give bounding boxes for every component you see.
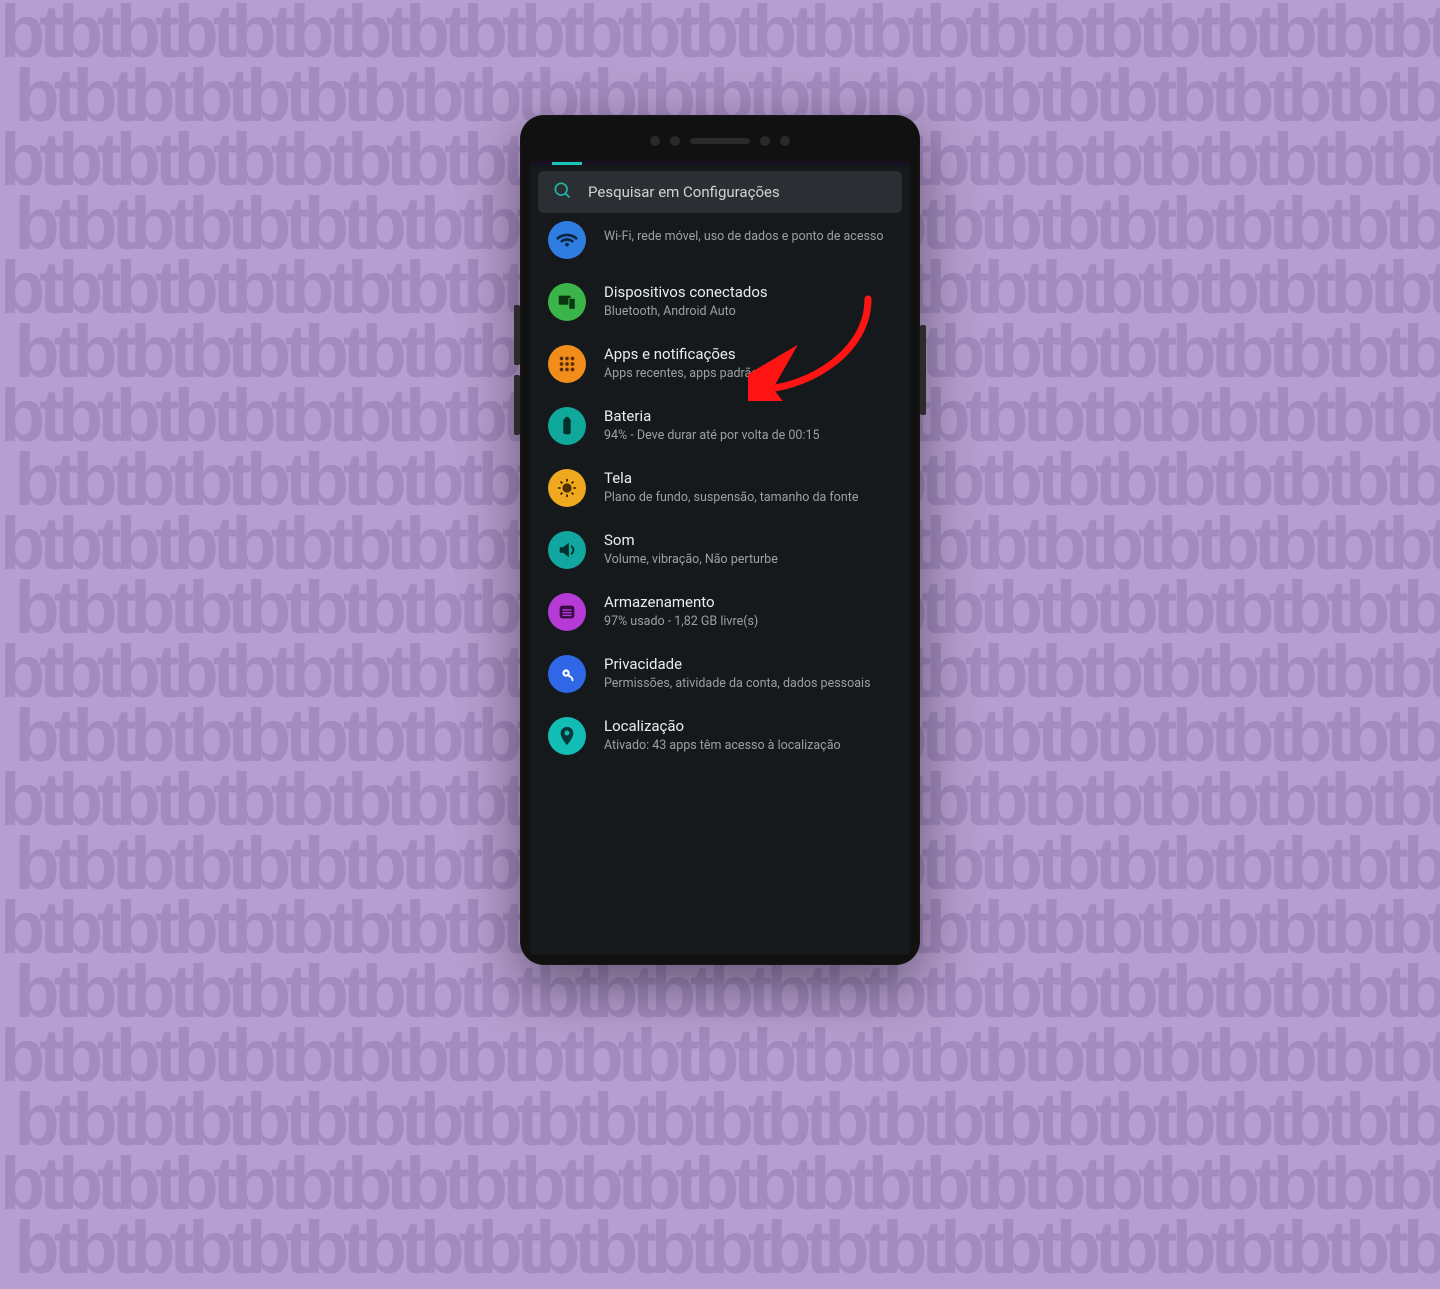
sound-icon (548, 531, 586, 569)
settings-item-subtitle: Bluetooth, Android Auto (604, 304, 892, 320)
settings-list: Wi-Fi, rede móvel, uso de dados e ponto … (530, 217, 910, 767)
phone-side-button (920, 325, 926, 415)
settings-item-bateria[interactable]: Bateria 94% - Deve durar até por volta de… (530, 395, 910, 457)
settings-item-title: Som (604, 531, 892, 550)
status-accent (530, 161, 910, 165)
phone-side-button (514, 305, 520, 365)
phone-screen: Wi-Fi, rede móvel, uso de dados e ponto … (530, 161, 910, 955)
settings-item-subtitle: Wi-Fi, rede móvel, uso de dados e ponto … (604, 229, 892, 245)
display-icon (548, 469, 586, 507)
settings-item-subtitle: Apps recentes, apps padrão (604, 366, 892, 382)
settings-item-apps-e-notifica-es[interactable]: Apps e notificações Apps recentes, apps p… (530, 333, 910, 395)
settings-item-title: Armazenamento (604, 593, 892, 612)
settings-item-title: Localização (604, 717, 892, 736)
settings-item-title: Apps e notificações (604, 345, 892, 364)
settings-item-title: Privacidade (604, 655, 892, 674)
settings-item-subtitle: Ativado: 43 apps têm acesso à localizaçã… (604, 738, 892, 754)
settings-item-localiza-o[interactable]: Localização Ativado: 43 apps têm acesso à… (530, 705, 910, 767)
settings-item-privacidade[interactable]: Privacidade Permissões, atividade da cont… (530, 643, 910, 705)
settings-item-armazenamento[interactable]: Armazenamento 97% usado - 1,82 GB livre(s… (530, 581, 910, 643)
wifi-icon (548, 221, 586, 259)
settings-item-title: Tela (604, 469, 892, 488)
settings-item-title: Dispositivos conectados (604, 283, 892, 302)
settings-item-dispositivos-conectados[interactable]: Dispositivos conectados Bluetooth, Androi… (530, 271, 910, 333)
settings-item-subtitle: Plano de fundo, suspensão, tamanho da fo… (604, 490, 892, 506)
search-bar[interactable] (538, 171, 902, 213)
settings-item-network[interactable]: Wi-Fi, rede móvel, uso de dados e ponto … (530, 225, 910, 271)
devices-icon (548, 283, 586, 321)
battery-icon (548, 407, 586, 445)
search-input[interactable] (588, 183, 888, 201)
search-icon (552, 180, 572, 204)
storage-icon (548, 593, 586, 631)
settings-item-tela[interactable]: Tela Plano de fundo, suspensão, tamanho d… (530, 457, 910, 519)
settings-item-subtitle: 94% - Deve durar até por volta de 00:15 (604, 428, 892, 444)
settings-item-subtitle: 97% usado - 1,82 GB livre(s) (604, 614, 892, 630)
phone-bezel-top (526, 121, 914, 161)
settings-item-subtitle: Permissões, atividade da conta, dados pe… (604, 676, 892, 692)
settings-item-subtitle: Volume, vibração, Não perturbe (604, 552, 892, 568)
phone-frame: Wi-Fi, rede móvel, uso de dados e ponto … (520, 115, 920, 965)
settings-item-title: Bateria (604, 407, 892, 426)
location-icon (548, 717, 586, 755)
phone-side-button (514, 375, 520, 435)
apps-icon (548, 345, 586, 383)
settings-item-som[interactable]: Som Volume, vibração, Não perturbe (530, 519, 910, 581)
privacy-icon (548, 655, 586, 693)
